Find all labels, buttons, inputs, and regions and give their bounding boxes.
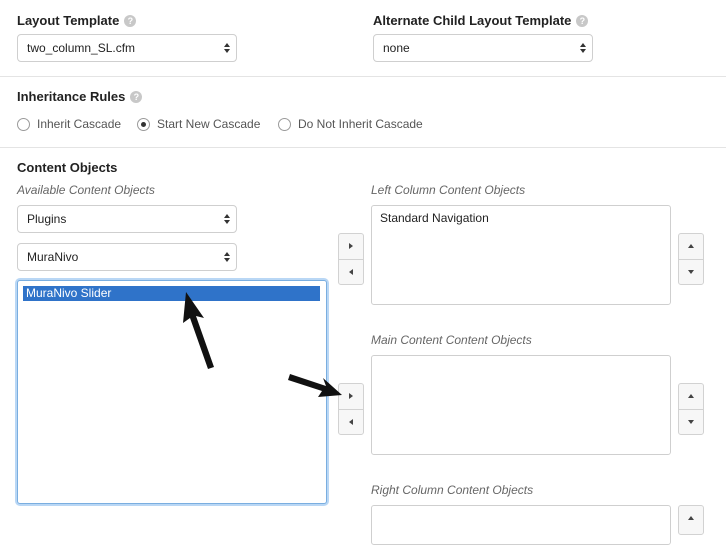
arrow-right-icon xyxy=(349,243,353,249)
list-item-selected[interactable]: MuraNivo Slider xyxy=(23,286,320,301)
help-icon[interactable]: ? xyxy=(124,15,137,27)
remove-from-left-button[interactable] xyxy=(339,259,363,285)
alt-child-template-select[interactable]: none xyxy=(373,34,593,62)
layout-template-select[interactable]: two_column_SL.cfm xyxy=(17,34,237,62)
select-arrows-icon xyxy=(580,43,586,53)
plugin-select[interactable]: MuraNivo xyxy=(17,243,237,271)
left-column-list[interactable]: Standard Navigation xyxy=(371,205,671,305)
arrow-up-icon xyxy=(688,394,694,398)
layout-template-value: two_column_SL.cfm xyxy=(27,41,136,55)
help-icon[interactable]: ? xyxy=(576,15,589,27)
select-arrows-icon xyxy=(224,214,230,224)
remove-from-main-button[interactable] xyxy=(339,409,363,435)
available-objects-label: Available Content Objects xyxy=(17,183,155,197)
add-to-main-button[interactable] xyxy=(339,384,363,409)
radio-label-do-not-inherit[interactable]: Do Not Inherit Cascade xyxy=(298,117,423,131)
alt-child-template-value: none xyxy=(383,41,410,55)
select-arrows-icon xyxy=(224,43,230,53)
plugin-value: MuraNivo xyxy=(27,250,79,264)
list-item[interactable]: Standard Navigation xyxy=(372,206,670,229)
inheritance-rules-label: Inheritance Rules? xyxy=(17,89,143,104)
left-order-buttons xyxy=(678,233,704,285)
divider xyxy=(0,76,726,77)
layout-template-label: Layout Template? xyxy=(17,13,137,28)
arrow-left-icon xyxy=(349,269,353,275)
main-content-list[interactable] xyxy=(371,355,671,455)
right-column-list[interactable] xyxy=(371,505,671,545)
arrow-right-icon xyxy=(349,393,353,399)
content-objects-heading: Content Objects xyxy=(17,160,118,175)
main-transfer-buttons xyxy=(338,383,364,435)
left-column-label: Left Column Content Objects xyxy=(371,183,526,197)
move-up-button[interactable] xyxy=(679,384,703,409)
move-down-button[interactable] xyxy=(679,409,703,435)
radio-label-start-new-cascade[interactable]: Start New Cascade xyxy=(157,117,260,131)
object-type-select[interactable]: Plugins xyxy=(17,205,237,233)
right-column-label: Right Column Content Objects xyxy=(371,483,534,497)
left-transfer-buttons xyxy=(338,233,364,285)
right-order-buttons xyxy=(678,505,704,535)
help-icon[interactable]: ? xyxy=(130,91,143,103)
object-type-value: Plugins xyxy=(27,212,67,226)
radio-do-not-inherit[interactable] xyxy=(278,118,291,131)
arrow-down-icon xyxy=(688,270,694,274)
arrow-left-icon xyxy=(349,419,353,425)
main-order-buttons xyxy=(678,383,704,435)
arrow-down-icon xyxy=(688,420,694,424)
main-content-label: Main Content Content Objects xyxy=(371,333,532,347)
move-up-button[interactable] xyxy=(679,234,703,259)
radio-label-inherit-cascade[interactable]: Inherit Cascade xyxy=(37,117,121,131)
move-down-button[interactable] xyxy=(679,259,703,285)
move-up-button[interactable] xyxy=(679,506,703,531)
available-objects-list[interactable]: MuraNivo Slider xyxy=(17,280,327,504)
add-to-left-button[interactable] xyxy=(339,234,363,259)
arrow-up-icon xyxy=(688,244,694,248)
radio-start-new-cascade[interactable] xyxy=(137,118,150,131)
select-arrows-icon xyxy=(224,252,230,262)
divider xyxy=(0,147,726,148)
radio-inherit-cascade[interactable] xyxy=(17,118,30,131)
alt-child-template-label: Alternate Child Layout Template? xyxy=(373,13,589,28)
